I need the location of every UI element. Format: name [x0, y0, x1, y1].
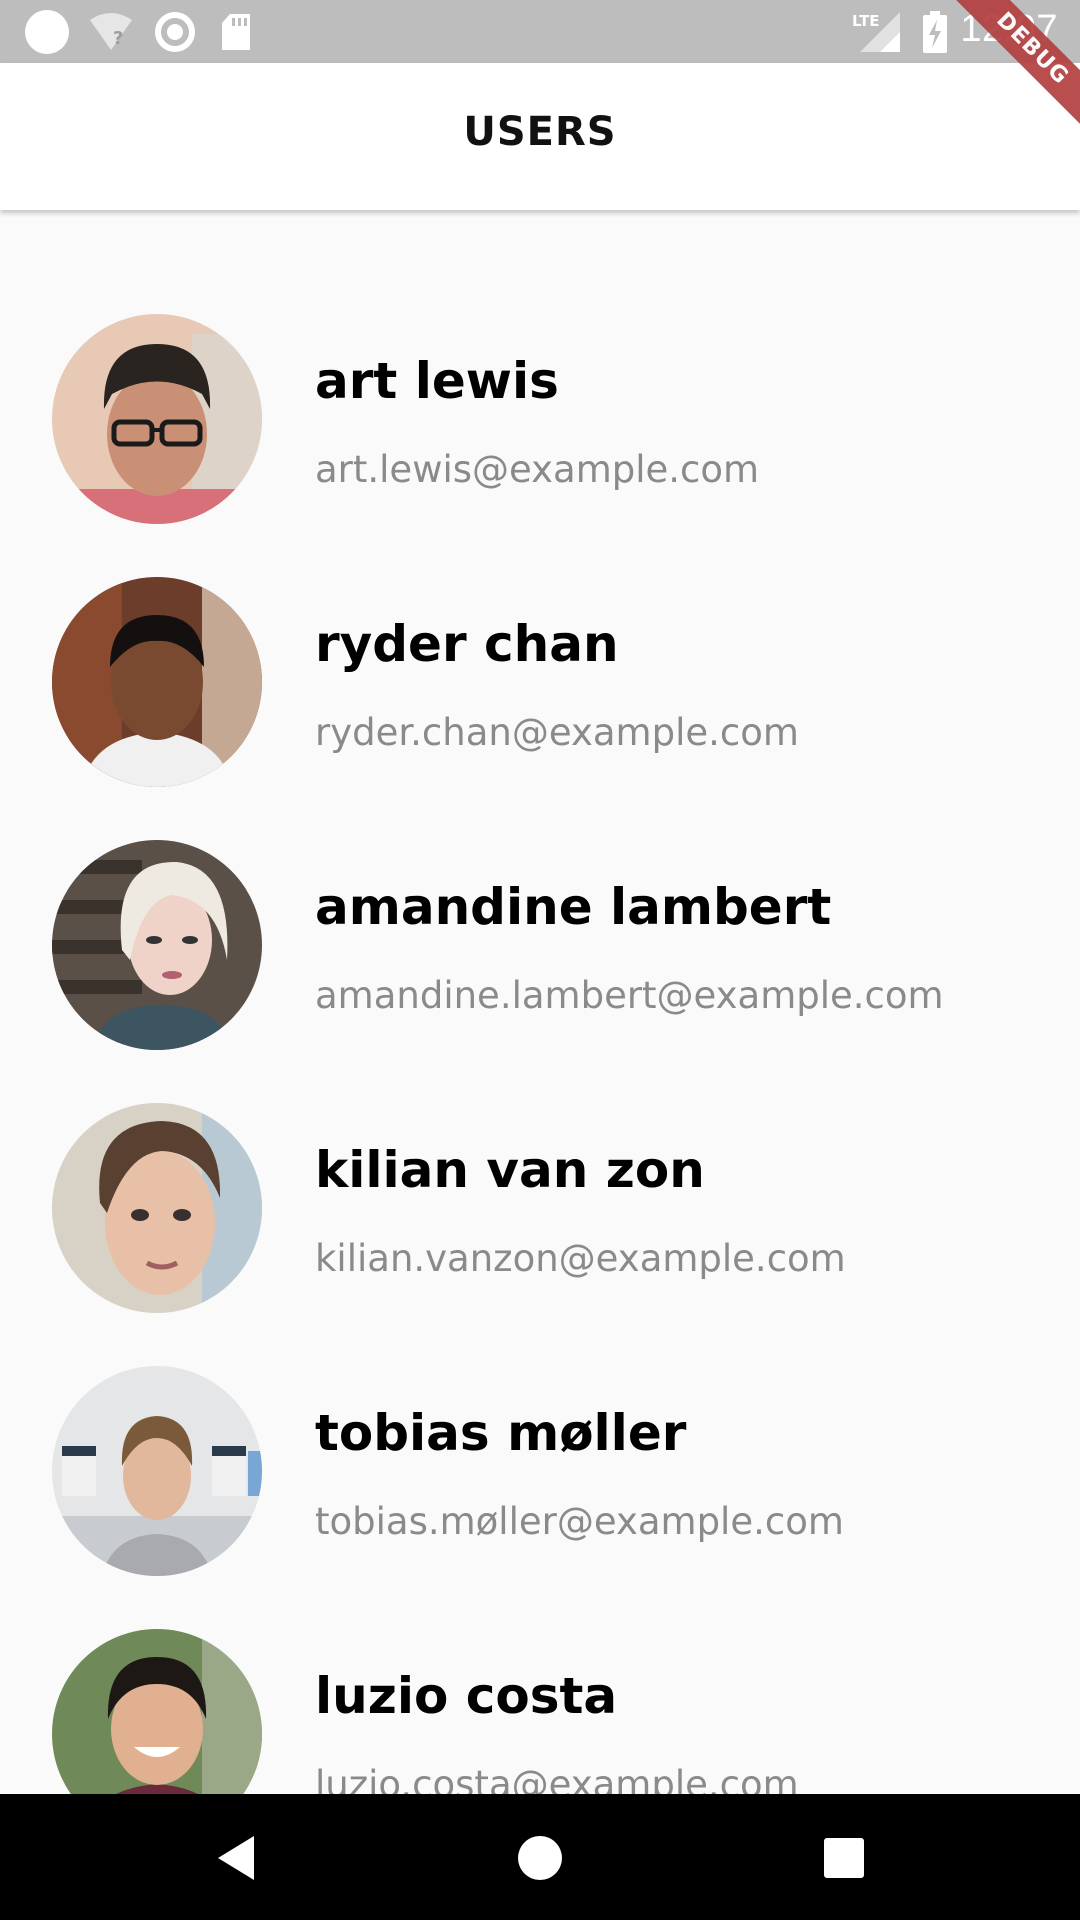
circle-icon	[24, 0, 70, 63]
avatar	[52, 577, 262, 787]
user-name: ryder chan	[315, 615, 619, 673]
user-email: ryder.chan@example.com	[315, 711, 799, 754]
user-name: amandine lambert	[315, 878, 832, 936]
user-list-item[interactable]: ryder chan ryder.chan@example.com	[0, 577, 1080, 839]
sync-icon	[152, 0, 198, 63]
navigation-bar	[0, 1794, 1080, 1920]
user-email: kilian.vanzon@example.com	[315, 1237, 846, 1280]
svg-text:?: ?	[113, 28, 123, 49]
svg-text:LTE: LTE	[852, 12, 880, 30]
sd-card-icon	[218, 0, 254, 63]
user-list[interactable]: art lewis art.lewis@example.com ryder ch…	[0, 210, 1080, 1794]
user-list-item[interactable]: kilian van zon kilian.vanzon@example.com	[0, 1103, 1080, 1365]
user-name: art lewis	[315, 352, 559, 410]
wifi-unknown-icon: ?	[88, 0, 134, 63]
user-name: tobias møller	[315, 1404, 687, 1462]
user-list-item[interactable]: amandine lambert amandine.lambert@exampl…	[0, 840, 1080, 1102]
user-email: art.lewis@example.com	[315, 448, 760, 491]
user-email: tobias.møller@example.com	[315, 1500, 844, 1543]
avatar	[52, 314, 262, 524]
user-list-item[interactable]: luzio costa luzio.costa@example.com	[0, 1629, 1080, 1794]
back-icon[interactable]	[208, 1830, 264, 1886]
avatar	[52, 1629, 262, 1794]
app-bar: USERS	[0, 63, 1080, 210]
recents-icon[interactable]	[816, 1830, 872, 1886]
user-email: luzio.costa@example.com	[315, 1763, 799, 1794]
home-icon[interactable]	[512, 1830, 568, 1886]
user-list-item[interactable]: art lewis art.lewis@example.com	[0, 314, 1080, 576]
avatar	[52, 840, 262, 1050]
user-name: kilian van zon	[315, 1141, 705, 1199]
avatar	[52, 1103, 262, 1313]
lte-signal-icon: LTE	[850, 0, 902, 63]
user-list-item[interactable]: tobias møller tobias.møller@example.com	[0, 1366, 1080, 1628]
page-title: USERS	[463, 109, 617, 155]
status-time: 12:07	[960, 8, 1058, 50]
user-email: amandine.lambert@example.com	[315, 974, 944, 1017]
app-screen: ? LTE 12:07 DEBUG USERS art lewis art.le…	[0, 0, 1080, 1920]
avatar	[52, 1366, 262, 1576]
status-bar: ? LTE 12:07	[0, 0, 1080, 63]
user-name: luzio costa	[315, 1667, 618, 1725]
battery-charging-icon	[920, 0, 950, 63]
